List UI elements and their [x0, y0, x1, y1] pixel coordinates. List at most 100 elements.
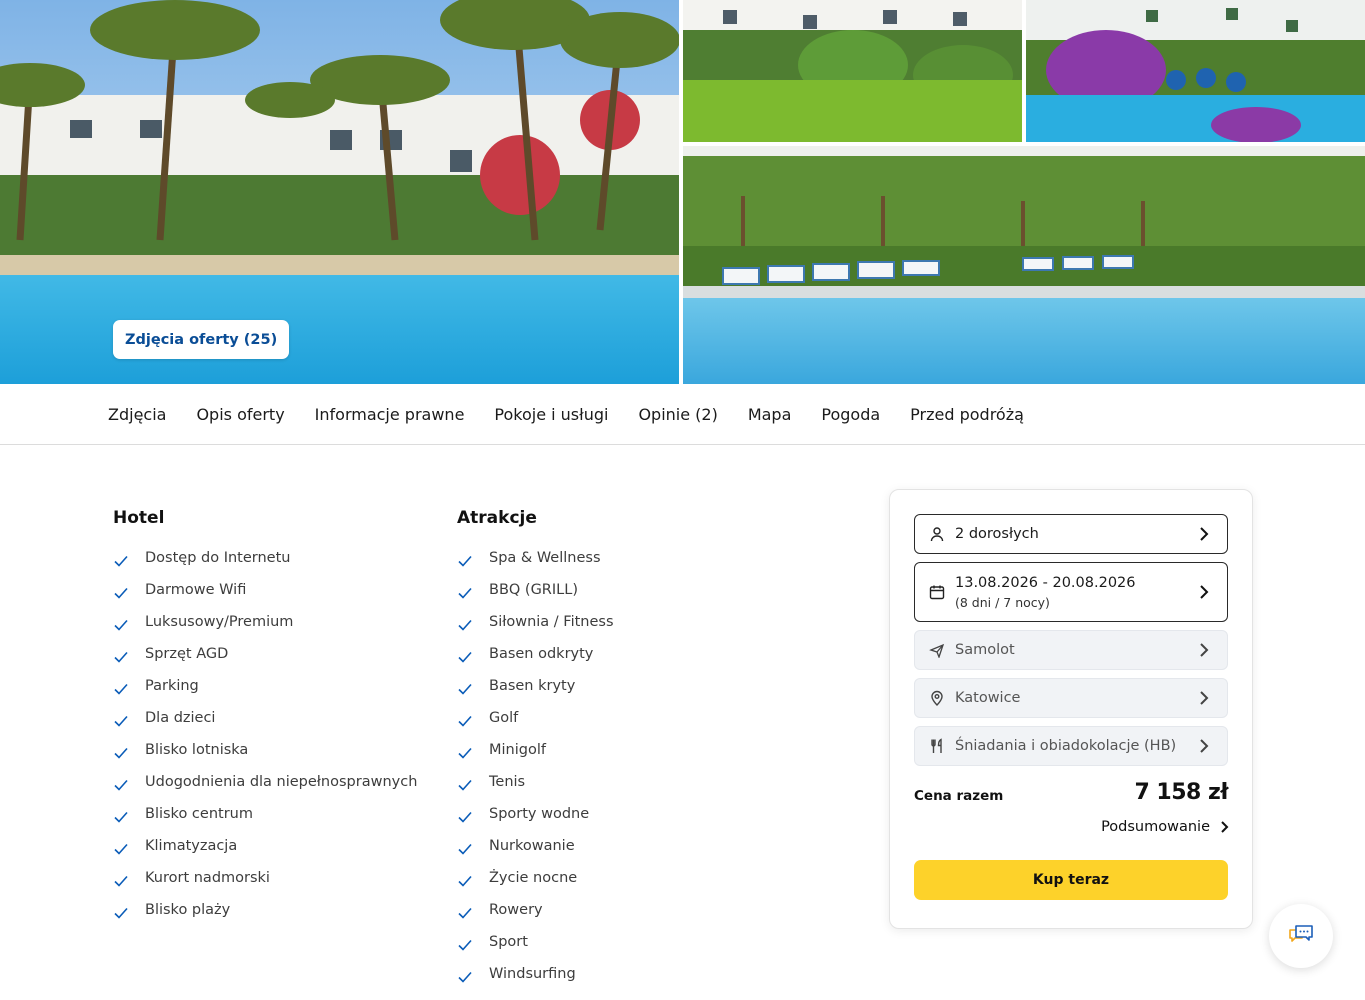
- amenity-label: Życie nocne: [489, 870, 578, 886]
- check-icon: [458, 779, 472, 791]
- chevron-right-icon: [1200, 739, 1209, 753]
- list-item: Udogodnienia dla niepełnosprawnych: [113, 772, 417, 804]
- check-icon: [114, 619, 128, 631]
- amenity-label: Klimatyzacja: [145, 838, 238, 854]
- plane-icon: [929, 643, 945, 658]
- list-item: Luksusowy/Premium: [113, 612, 417, 644]
- list-item: Siłownia / Fitness: [457, 612, 614, 644]
- check-icon: [458, 939, 472, 951]
- total-price-label: Cena razem: [914, 788, 1004, 804]
- list-item: Rowery: [457, 900, 614, 932]
- amenity-label: Parking: [145, 678, 199, 694]
- chevron-right-icon: [1200, 643, 1209, 657]
- amenity-label: Rowery: [489, 902, 543, 918]
- chevron-right-icon: [1200, 691, 1209, 705]
- list-item: Dostęp do Internetu: [113, 548, 417, 580]
- tab-reviews[interactable]: Opinie (2): [638, 405, 717, 424]
- check-icon: [114, 843, 128, 855]
- list-item: Golf: [457, 708, 614, 740]
- tab-map[interactable]: Mapa: [748, 405, 792, 424]
- amenity-label: Golf: [489, 710, 519, 726]
- check-icon: [458, 843, 472, 855]
- chat-icon: [1289, 925, 1313, 942]
- amenity-label: Kurort nadmorski: [145, 870, 270, 886]
- hotel-amenities: Hotel Dostęp do Internetu Darmowe Wifi Luk…: [113, 508, 417, 932]
- booking-card: 2 dorosłych 13.08.2026 - 20.08.2026 (8 d…: [889, 489, 1253, 929]
- list-item: Sport: [457, 932, 614, 964]
- list-item: Życie nocne: [457, 868, 614, 900]
- summary-link[interactable]: Podsumowanie: [1101, 819, 1230, 835]
- amenity-label: Tenis: [489, 774, 526, 790]
- amenity-label: Nurkowanie: [489, 838, 575, 854]
- check-icon: [114, 555, 128, 567]
- tab-legal-info[interactable]: Informacje prawne: [315, 405, 465, 424]
- list-item: Nurkowanie: [457, 836, 614, 868]
- dates-text: 13.08.2026 - 20.08.2026 (8 dni / 7 nocy): [955, 575, 1136, 610]
- list-item: Spa & Wellness: [457, 548, 614, 580]
- amenity-label: Minigolf: [489, 742, 546, 758]
- list-item: Blisko centrum: [113, 804, 417, 836]
- duration-value: (8 dni / 7 nocy): [955, 594, 1050, 610]
- attractions-heading: Atrakcje: [457, 508, 537, 528]
- chevron-right-icon: [1200, 527, 1209, 541]
- hotel-heading: Hotel: [113, 508, 165, 528]
- tab-before-travel[interactable]: Przed podróżą: [910, 405, 1024, 424]
- cutlery-icon: [931, 738, 942, 753]
- list-item: Parking: [113, 676, 417, 708]
- buy-now-button[interactable]: Kup teraz: [914, 860, 1228, 900]
- dates-value: 13.08.2026 - 20.08.2026: [955, 574, 1136, 591]
- gallery-photo-pool-loungers[interactable]: [683, 146, 1365, 384]
- amenity-label: Darmowe Wifi: [145, 582, 247, 598]
- summary-label: Podsumowanie: [1101, 819, 1210, 835]
- attractions: Atrakcje Spa & Wellness BBQ (GRILL) Siłown…: [457, 508, 614, 996]
- tab-weather[interactable]: Pogoda: [821, 405, 880, 424]
- gallery-photo-main[interactable]: [0, 0, 679, 384]
- amenity-label: Basen odkryty: [489, 646, 594, 662]
- hotel-amenities-list: Dostęp do Internetu Darmowe Wifi Luksusowy…: [113, 548, 417, 932]
- check-icon: [114, 683, 128, 695]
- check-icon: [458, 811, 472, 823]
- chevron-right-icon: [1200, 585, 1209, 599]
- check-icon: [458, 907, 472, 919]
- list-item: Basen odkryty: [457, 644, 614, 676]
- total-price: 7 158 zł: [1134, 780, 1228, 805]
- check-icon: [114, 907, 128, 919]
- check-icon: [458, 747, 472, 759]
- board-selector[interactable]: Śniadania i obiadokolacje (HB): [914, 726, 1228, 766]
- location-pin-icon: [931, 690, 943, 706]
- check-icon: [114, 779, 128, 791]
- check-icon: [114, 811, 128, 823]
- tab-photos[interactable]: Zdjęcia: [108, 405, 166, 424]
- check-icon: [458, 619, 472, 631]
- departure-selector[interactable]: Katowice: [914, 678, 1228, 718]
- tab-description[interactable]: Opis oferty: [196, 405, 284, 424]
- travelers-selector[interactable]: 2 dorosłych: [914, 514, 1228, 554]
- gallery-photo-garden[interactable]: [683, 0, 1022, 142]
- gallery-photo-pool-flowers[interactable]: [1026, 0, 1365, 142]
- amenity-label: Basen kryty: [489, 678, 576, 694]
- list-item: Sporty wodne: [457, 804, 614, 836]
- tab-rooms-services[interactable]: Pokoje i usługi: [494, 405, 608, 424]
- check-icon: [114, 651, 128, 663]
- list-item: Kurort nadmorski: [113, 868, 417, 900]
- list-item: Blisko plaży: [113, 900, 417, 932]
- list-item: Blisko lotniska: [113, 740, 417, 772]
- list-item: Sprzęt AGD: [113, 644, 417, 676]
- amenity-label: Spa & Wellness: [489, 550, 601, 566]
- person-icon: [930, 527, 944, 542]
- list-item: Windsurfing: [457, 964, 614, 996]
- amenity-label: Siłownia / Fitness: [489, 614, 614, 630]
- amenity-label: Blisko centrum: [145, 806, 253, 822]
- photos-button[interactable]: Zdjęcia oferty (25): [113, 320, 290, 359]
- chat-button[interactable]: [1269, 904, 1333, 968]
- amenity-label: Windsurfing: [489, 966, 576, 982]
- dates-selector[interactable]: 13.08.2026 - 20.08.2026 (8 dni / 7 nocy): [914, 562, 1228, 622]
- photo-gallery: Zdjęcia oferty (25): [0, 0, 1365, 384]
- offer-tabs: Zdjęcia Opis oferty Informacje prawne Po…: [0, 384, 1365, 445]
- list-item: Darmowe Wifi: [113, 580, 417, 612]
- check-icon: [458, 555, 472, 567]
- check-icon: [114, 875, 128, 887]
- travelers-value: 2 dorosłych: [955, 526, 1039, 542]
- chevron-right-icon: [1221, 821, 1229, 833]
- transport-selector[interactable]: Samolot: [914, 630, 1228, 670]
